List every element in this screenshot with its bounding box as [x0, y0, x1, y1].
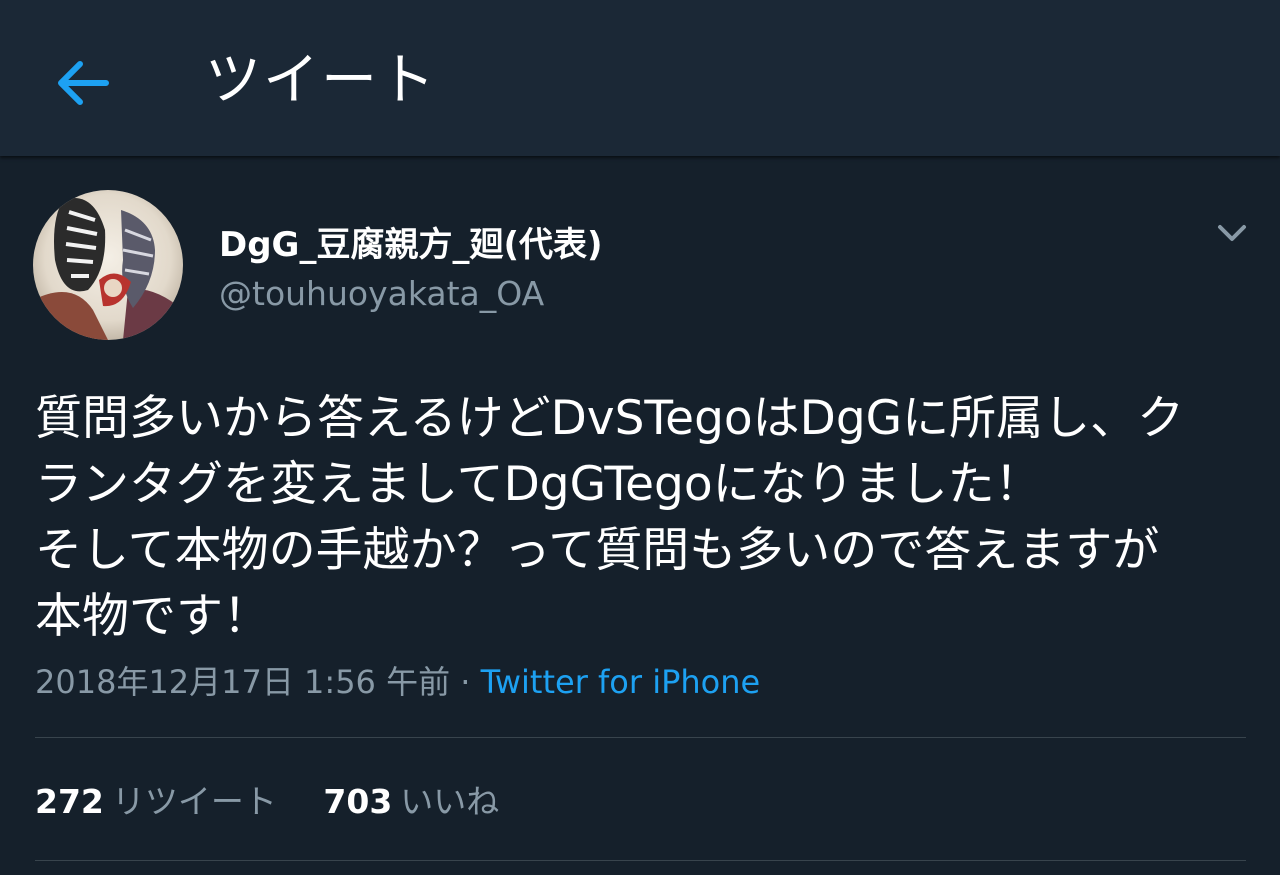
retweet-count: 272 — [35, 782, 104, 821]
like-count: 703 — [323, 782, 393, 821]
tweet-options-button[interactable] — [1212, 216, 1252, 252]
tweet-text: 質問多いから答えるけどDvSTegoはDgGに所属し、ク ランタグを変えましてD… — [35, 386, 1255, 650]
like-label: いいね — [400, 782, 500, 821]
like-count-link[interactable]: 703 いいね — [323, 779, 499, 825]
divider — [35, 860, 1246, 861]
author-handle[interactable]: @touhuoyakata_OA — [219, 272, 544, 316]
tweet-source-link[interactable]: Twitter for iPhone — [481, 663, 761, 701]
retweet-label: リツイート — [111, 782, 277, 821]
retweet-count-link[interactable]: 272 リツイート — [35, 779, 277, 825]
tweet-text-line: 質問多いから答えるけどDvSTegoはDgGに所属し、ク — [35, 391, 1185, 446]
meta-separator: · — [450, 663, 481, 701]
chevron-down-icon — [1218, 225, 1246, 241]
tweet-text-line: ランタグを変えましてDgGTegoになりました！ — [35, 457, 1042, 512]
divider — [35, 737, 1246, 738]
tweet-meta: 2018年12月17日 1:56 午前 · Twitter for iPhone — [35, 660, 760, 704]
tweet-timestamp[interactable]: 2018年12月17日 1:56 午前 — [35, 663, 450, 701]
author-avatar[interactable] — [33, 190, 183, 340]
arrow-left-icon — [58, 61, 109, 105]
tweet-text-line: そして本物の手越か？って質問も多いので答えますが — [35, 523, 1160, 578]
top-app-bar: ツイート — [0, 0, 1280, 156]
page-title: ツイート — [205, 48, 437, 113]
tweet-text-line: 本物です！ — [35, 589, 270, 644]
back-button[interactable] — [50, 50, 114, 114]
tweet-stats: 272 リツイート 703 いいね — [35, 779, 499, 825]
author-display-name[interactable]: DgG_豆腐親方_廻(代表) — [219, 222, 603, 268]
avatar-image — [33, 190, 183, 340]
